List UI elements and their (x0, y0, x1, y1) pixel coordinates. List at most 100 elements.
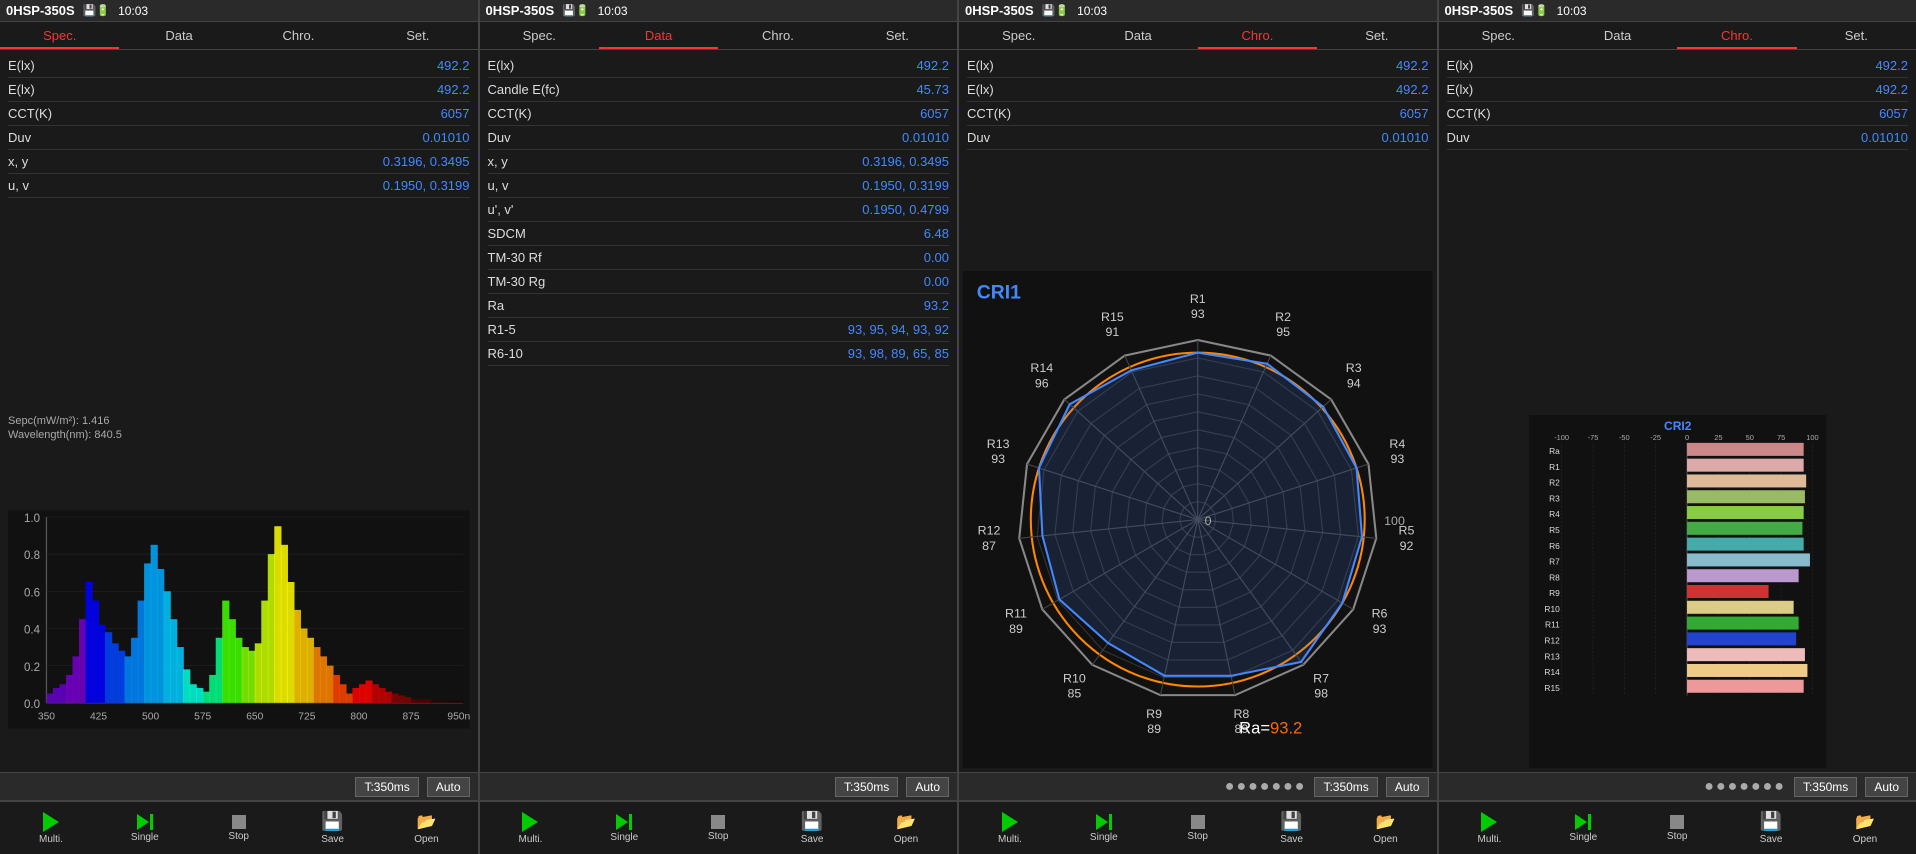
open-button[interactable]: 📂Open (888, 812, 924, 845)
svg-text:875: 875 (402, 711, 419, 722)
panel-4: 0HSP-350S 💾🔋 10:03 Spec.DataChro.Set.E(l… (1439, 0, 1916, 800)
save-label: Save (321, 834, 344, 845)
open-label: Open (414, 834, 438, 845)
svg-text:R11: R11 (1005, 606, 1027, 620)
row-label: CCT(K) (8, 106, 52, 121)
save-button[interactable]: 💾Save (794, 811, 830, 845)
open-button[interactable]: 📂Open (1368, 812, 1404, 845)
status-bar: T:350msAuto (0, 772, 478, 800)
tab-data[interactable]: Data (599, 22, 718, 49)
stop-icon (1670, 815, 1684, 829)
save-button[interactable]: 💾Save (1753, 811, 1789, 845)
auto-mode[interactable]: Auto (427, 777, 470, 797)
svg-text:93: 93 (1191, 307, 1205, 321)
save-label: Save (801, 834, 824, 845)
tab-chro.[interactable]: Chro. (1677, 22, 1796, 49)
skip-icon (616, 814, 632, 830)
pagination-dots[interactable]: ●●●●●●● (1704, 778, 1786, 796)
svg-text:-25: -25 (1650, 433, 1661, 442)
multi.-button[interactable]: Multi. (1471, 812, 1507, 845)
open-button[interactable]: 📂Open (1847, 812, 1883, 845)
tab-data[interactable]: Data (119, 22, 238, 49)
svg-text:950nm: 950nm (447, 711, 469, 722)
auto-mode[interactable]: Auto (906, 777, 949, 797)
stop-label: Stop (228, 831, 249, 842)
cri-area: CRI1R193R295R394R493R592R693R798R889R989… (959, 267, 1437, 772)
row-value: 93.2 (924, 298, 949, 313)
stop-button[interactable]: Stop (221, 815, 257, 842)
stop-button[interactable]: Stop (1659, 815, 1695, 842)
tab-data[interactable]: Data (1078, 22, 1197, 49)
multi.-button[interactable]: Multi. (992, 812, 1028, 845)
tab-chro.[interactable]: Chro. (239, 22, 358, 49)
row-value: 0.3196, 0.3495 (862, 154, 949, 169)
svg-text:575: 575 (194, 711, 211, 722)
data-row: CCT(K)6057 (8, 102, 470, 126)
row-value: 0.1950, 0.4799 (862, 202, 949, 217)
row-label: Candle E(fc) (488, 82, 560, 97)
save-button[interactable]: 💾 Save (315, 811, 351, 845)
data-row: CCT(K)6057 (488, 102, 950, 126)
single-label: Single (131, 832, 159, 843)
svg-text:425: 425 (90, 711, 107, 722)
toolbar-3: Multi. Single Stop 💾Save 📂Open (959, 802, 1439, 854)
single-button[interactable]: Single (1565, 814, 1601, 843)
row-value: 492.2 (1396, 58, 1429, 73)
stop-button[interactable]: Stop (1180, 815, 1216, 842)
svg-text:R2: R2 (1275, 310, 1291, 324)
pagination-dots[interactable]: ●●●●●●● (1225, 778, 1307, 796)
row-label: E(lx) (1447, 82, 1474, 97)
row-value: 492.2 (437, 58, 470, 73)
row-value: 0.1950, 0.3199 (383, 178, 470, 193)
svg-text:50: 50 (1745, 433, 1753, 442)
spectrum-area: Sepc(mW/m²): 1.416Wavelength(nm): 840.50… (0, 411, 478, 772)
save-button[interactable]: 💾Save (1274, 811, 1310, 845)
panel-header: 0HSP-350S 💾🔋 10:03 (0, 0, 478, 22)
data-row: E(lx)492.2 (8, 78, 470, 102)
panel-2: 0HSP-350S 💾🔋 10:03 Spec.DataChro.Set.E(l… (480, 0, 960, 800)
save-icon: 💾 (321, 811, 343, 832)
multi.-button[interactable]: Multi. (512, 812, 548, 845)
multi.-button[interactable]: Multi. (33, 812, 69, 845)
tab-chro.[interactable]: Chro. (718, 22, 837, 49)
tab-set.[interactable]: Set. (358, 22, 477, 49)
data-row: Duv0.01010 (1447, 126, 1909, 150)
auto-mode[interactable]: Auto (1386, 777, 1429, 797)
tab-chro.[interactable]: Chro. (1198, 22, 1317, 49)
auto-mode[interactable]: Auto (1865, 777, 1908, 797)
data-area: E(lx)492.2E(lx)492.2CCT(K)6057Duv0.01010 (1439, 50, 1916, 411)
row-value: 6.48 (924, 226, 949, 241)
tab-spec.[interactable]: Spec. (480, 22, 599, 49)
svg-text:R12: R12 (978, 523, 1001, 537)
svg-text:0: 0 (1684, 433, 1688, 442)
svg-text:R12: R12 (1544, 636, 1560, 646)
tab-set.[interactable]: Set. (838, 22, 957, 49)
svg-text:R11: R11 (1545, 620, 1560, 630)
tab-spec.[interactable]: Spec. (959, 22, 1078, 49)
tab-set.[interactable]: Set. (1317, 22, 1436, 49)
header-time: 10:03 (1077, 4, 1107, 18)
row-value: 0.00 (924, 250, 949, 265)
tab-set.[interactable]: Set. (1797, 22, 1916, 49)
header-time: 10:03 (598, 4, 628, 18)
row-value: 0.01010 (1382, 130, 1429, 145)
skip-icon (137, 814, 153, 830)
open-label: Open (894, 834, 918, 845)
single-button[interactable]: Single (127, 814, 163, 843)
tab-data[interactable]: Data (1558, 22, 1677, 49)
row-value: 492.2 (916, 58, 949, 73)
single-button[interactable]: Single (1086, 814, 1122, 843)
tab-spec.[interactable]: Spec. (1439, 22, 1558, 49)
tab-spec.[interactable]: Spec. (0, 22, 119, 49)
single-button[interactable]: Single (606, 814, 642, 843)
data-row: u', v'0.1950, 0.4799 (488, 198, 950, 222)
open-button[interactable]: 📂Open (409, 812, 445, 845)
data-row: Duv0.01010 (488, 126, 950, 150)
svg-text:1.0: 1.0 (24, 513, 40, 525)
svg-text:R10: R10 (1544, 604, 1560, 614)
svg-text:0.2: 0.2 (24, 662, 40, 674)
svg-text:R7: R7 (1313, 671, 1329, 685)
stop-button[interactable]: Stop (700, 815, 736, 842)
multi.-label: Multi. (1477, 834, 1501, 845)
svg-text:89: 89 (1009, 622, 1023, 636)
